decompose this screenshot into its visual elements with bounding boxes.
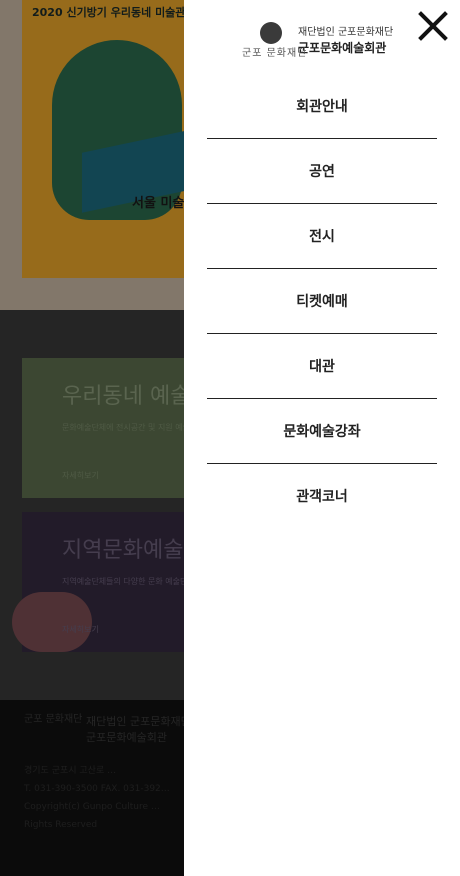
- menu-item-exhibition[interactable]: 전시: [207, 204, 437, 269]
- menu-item-rental[interactable]: 대관: [207, 334, 437, 399]
- brand-logo[interactable]: 군포 문화재단 재단법인 군포문화재단 군포문화예술회관: [242, 20, 393, 62]
- brand-line1: 재단법인 군포문화재단: [298, 27, 394, 38]
- logo-mark-text: 군포 문화재단: [242, 48, 308, 59]
- logo-mark-icon: 군포 문화재단: [242, 20, 306, 62]
- close-icon[interactable]: [410, 4, 454, 48]
- menu-item-audience-corner[interactable]: 관객코너: [207, 464, 437, 528]
- menu-item-ticket[interactable]: 티켓예매: [207, 269, 437, 334]
- brand-text: 재단법인 군포문화재단 군포문화예술회관: [298, 26, 393, 56]
- brand-line2: 군포문화예술회관: [298, 41, 387, 55]
- menu-item-hall-info[interactable]: 회관안내: [207, 74, 437, 139]
- main-menu: 회관안내 공연 전시 티켓예매 대관 문화예술강좌 관객코너: [207, 74, 437, 528]
- menu-item-performance[interactable]: 공연: [207, 139, 437, 204]
- logo-circle-icon: [260, 22, 282, 44]
- side-menu-drawer: 군포 문화재단 재단법인 군포문화재단 군포문화예술회관 회관안내 공연 전시 …: [184, 0, 460, 876]
- menu-item-art-class[interactable]: 문화예술강좌: [207, 399, 437, 464]
